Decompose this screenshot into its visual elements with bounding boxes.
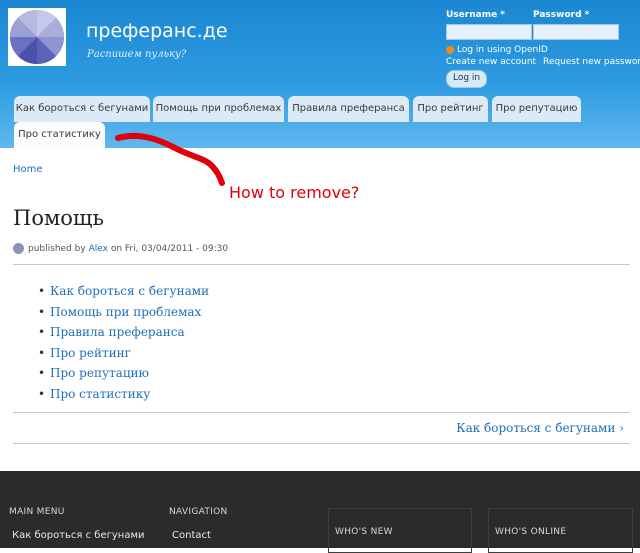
author-avatar-icon: [13, 243, 24, 254]
openid-link[interactable]: Log in using OpenID: [446, 45, 548, 55]
create-account-link[interactable]: Create new account: [446, 57, 536, 67]
site-logo[interactable]: [8, 8, 66, 66]
page-title: Помощь: [13, 206, 104, 230]
tab-statistics[interactable]: Про статистику: [14, 122, 105, 148]
footer-main-menu-link[interactable]: Как бороться с бегунами: [12, 530, 145, 541]
book-child-list: Как бороться с бегунами Помощь при пробл…: [38, 281, 209, 405]
site-header: преферанс.де Распишем пульку? Username *…: [0, 0, 640, 148]
tab-reputation[interactable]: Про репутацию: [492, 96, 581, 122]
annotation-text: How to remove?: [229, 183, 360, 202]
tab-problems-help[interactable]: Помощь при проблемах: [153, 96, 284, 122]
login-button[interactable]: Log in: [446, 70, 488, 88]
username-input[interactable]: [446, 24, 532, 40]
book-link-problems-help[interactable]: Помощь при проблемах: [38, 302, 209, 323]
site-slogan: Распишем пульку?: [87, 49, 187, 60]
footer-whos-online-title: WHO'S ONLINE: [495, 527, 567, 537]
openid-icon: [446, 45, 454, 54]
submitted-date: on Fri, 03/04/2011 - 09:30: [110, 244, 229, 254]
tab-rating[interactable]: Про рейтинг: [413, 96, 488, 122]
tab-runners[interactable]: Как бороться с бегунами: [14, 96, 150, 122]
request-password-link[interactable]: Request new password: [543, 57, 640, 67]
book-link-reputation[interactable]: Про репутацию: [38, 363, 209, 384]
book-link-statistics[interactable]: Про статистику: [38, 384, 209, 405]
breadcrumb-home[interactable]: Home: [13, 164, 43, 175]
submitted-info: published by Alex on Fri, 03/04/2011 - 0…: [13, 243, 228, 254]
divider: [13, 264, 630, 265]
account-links: Create new account Request new password: [446, 57, 640, 67]
footer-main-menu-title: MAIN MENU: [9, 507, 65, 517]
book-link-rating[interactable]: Про рейтинг: [38, 343, 209, 364]
divider: [13, 412, 630, 413]
password-input[interactable]: [533, 24, 619, 40]
tab-rules[interactable]: Правила преферанса: [288, 96, 409, 122]
book-link-rules[interactable]: Правила преферанса: [38, 322, 209, 343]
author-link[interactable]: Alex: [89, 244, 108, 254]
footer-navigation-title: NAVIGATION: [169, 507, 228, 517]
book-next-link[interactable]: Как бороться с бегунами ›: [456, 421, 624, 435]
site-name[interactable]: преферанс.де: [86, 20, 228, 42]
pie-logo-icon: [10, 10, 64, 64]
submitted-prefix: published by: [28, 244, 86, 254]
divider: [13, 443, 630, 444]
openid-link-text: Log in using OpenID: [457, 45, 548, 55]
footer-contact-link[interactable]: Contact: [172, 530, 211, 541]
password-label: Password *: [533, 10, 590, 20]
username-label: Username *: [446, 10, 506, 20]
book-link-runners[interactable]: Как бороться с бегунами: [38, 281, 209, 302]
footer-whos-new-title: WHO'S NEW: [335, 527, 393, 537]
